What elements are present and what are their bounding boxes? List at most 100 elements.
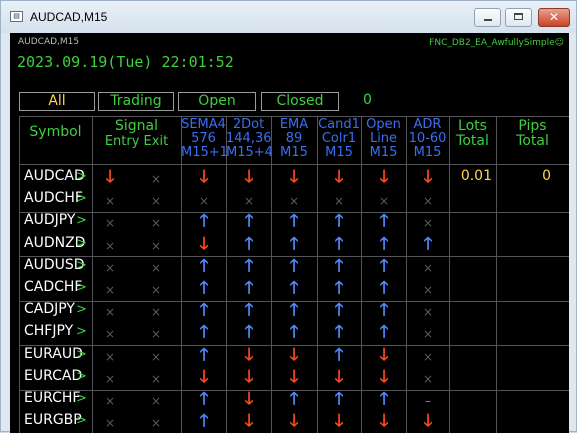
arrow-up-icon: 🡑 [289, 255, 299, 276]
symbol-cadchf[interactable]: CADCHF [24, 279, 83, 295]
arrow-up-icon: 🡑 [199, 389, 209, 409]
ea-dashboard-panel: AUDCAD,M15 FNC_DB2_EA_AwfullySimple☺ 202… [10, 33, 569, 433]
chevron-right-icon[interactable]: > [76, 369, 87, 384]
tab-trading[interactable]: Trading [98, 92, 174, 111]
arrow-up-icon: 🡑 [199, 344, 209, 365]
arrow-up-icon: 🡑 [379, 300, 389, 321]
symbol-chfjpy[interactable]: CHFJPY [24, 323, 80, 339]
close-button[interactable]: ✕ [538, 8, 570, 27]
maximize-icon [514, 13, 523, 20]
header-line: M15 [413, 145, 442, 160]
arrow-up-icon: 🡑 [289, 389, 299, 409]
arrow-up-icon: 🡑 [244, 278, 254, 298]
cross-icon: × [150, 194, 162, 209]
header-line: Pips [518, 118, 547, 134]
chevron-right-icon[interactable]: > [76, 213, 87, 228]
chevron-right-icon[interactable]: > [76, 302, 87, 317]
header-line: Cand1 [318, 117, 360, 132]
cross-icon: × [422, 216, 434, 231]
header-line: M15 [280, 145, 308, 160]
header-ema: EMA 89 M15 [271, 118, 317, 165]
arrow-up-icon: 🡑 [334, 344, 344, 365]
cross-icon: × [422, 327, 434, 342]
header-line: Signal [114, 118, 158, 134]
chevron-right-icon[interactable]: > [76, 280, 87, 295]
symbol-eurcad[interactable]: EURCAD [24, 368, 82, 384]
arrow-down-icon: 🡓 [199, 233, 209, 254]
chevron-right-icon[interactable]: > [76, 236, 87, 251]
symbol-audusd[interactable]: AUDUSD [24, 257, 85, 273]
chevron-right-icon[interactable]: > [76, 169, 87, 184]
tab-closed[interactable]: Closed [261, 92, 339, 111]
symbol-audchf[interactable]: AUDCHF [24, 190, 83, 206]
cross-icon: × [150, 371, 162, 386]
arrow-down-icon: 🡓 [244, 167, 254, 187]
symbol-cadjpy[interactable]: CADJPY [24, 301, 80, 317]
header-line: M15 [325, 145, 353, 160]
header-line: Entry Exit [104, 134, 169, 149]
header-line: ADR [413, 117, 442, 132]
header-sema4: SEMA4 576 M15+1 [181, 117, 228, 165]
cross-icon: × [150, 416, 162, 431]
header-line: SEMA4 [181, 117, 226, 132]
header-line: Lots [458, 118, 487, 134]
arrow-up-icon: 🡑 [379, 322, 389, 343]
header-2dot: 2Dot 144,36 M15+4 [226, 118, 273, 165]
cross-icon: × [198, 194, 210, 209]
symbol-audjpy[interactable]: AUDJPY [24, 212, 80, 228]
cross-icon: × [104, 216, 116, 231]
chevron-right-icon[interactable]: > [76, 324, 87, 339]
cross-icon: × [422, 349, 434, 364]
arrow-up-icon: 🡑 [199, 411, 209, 432]
lots-total-value: 0.01 [460, 168, 492, 184]
arrow-up-icon: 🡑 [379, 278, 389, 298]
symbol-euraud[interactable]: EURAUD [24, 346, 83, 362]
cross-icon: × [104, 371, 116, 386]
arrow-up-icon: 🡑 [289, 278, 299, 298]
chevron-right-icon[interactable]: > [76, 347, 87, 362]
chevron-right-icon[interactable]: > [76, 391, 87, 406]
arrow-down-icon: 🡓 [289, 366, 299, 387]
cross-icon: × [243, 194, 255, 209]
arrow-up-icon: 🡑 [244, 322, 254, 343]
arrow-up-icon: 🡑 [334, 211, 344, 232]
symbol-eurgbp[interactable]: EURGBP [24, 412, 82, 428]
chevron-right-icon[interactable]: > [76, 413, 87, 428]
symbol-eurchf[interactable]: EURCHF [24, 390, 80, 406]
chevron-right-icon[interactable]: > [76, 191, 87, 206]
cross-icon: × [150, 394, 162, 408]
close-icon: ✕ [548, 10, 560, 24]
cross-icon: × [150, 216, 162, 231]
ea-name-label: FNC_DB2_EA_AwfullySimple☺ [429, 38, 564, 48]
arrow-up-icon: 🡑 [199, 255, 209, 276]
arrow-down-icon: 🡓 [289, 411, 299, 432]
symbol-audnzd[interactable]: AUDNZD [24, 235, 85, 251]
tab-all[interactable]: All [19, 92, 95, 111]
cross-icon: × [422, 305, 434, 320]
cross-icon: × [104, 327, 116, 342]
header-lots-total: Lots Total [449, 119, 496, 166]
chevron-right-icon[interactable]: > [76, 258, 87, 273]
arrow-up-icon: 🡑 [289, 322, 299, 343]
arrow-up-icon: 🡑 [379, 211, 389, 232]
cross-icon: × [422, 283, 434, 297]
tab-open[interactable]: Open [178, 92, 256, 111]
arrow-up-icon: 🡑 [334, 278, 344, 298]
minimize-button[interactable] [474, 8, 501, 27]
trade-count: 0 [363, 92, 372, 108]
arrow-down-icon: 🡓 [334, 167, 344, 187]
cross-icon: × [150, 349, 162, 364]
arrow-down-icon: 🡓 [379, 366, 389, 387]
chart-app-icon: ▤ [10, 11, 23, 22]
arrow-up-icon: 🡑 [379, 255, 389, 276]
header-bottom-border [19, 164, 569, 165]
window-title: AUDCAD,M15 [30, 10, 108, 24]
symbol-audcad[interactable]: AUDCAD [24, 168, 85, 184]
title-bar[interactable]: ▤ AUDCAD,M15 ✕ [1, 1, 576, 33]
cross-icon: × [104, 260, 116, 275]
arrow-up-icon: 🡑 [334, 300, 344, 321]
header-line: Open [366, 117, 401, 132]
header-line: Total [516, 133, 549, 149]
maximize-button[interactable] [505, 8, 532, 27]
cross-icon: × [104, 394, 116, 408]
